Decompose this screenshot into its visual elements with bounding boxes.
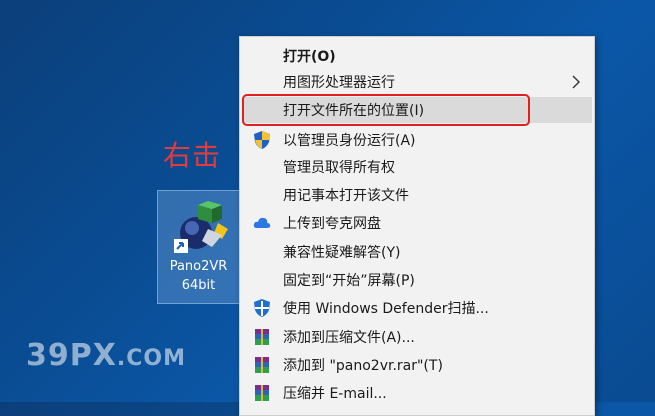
defender-shield-icon: [254, 299, 270, 317]
desktop-icon-label-line2: 64bit: [181, 278, 216, 293]
menu-item-add-to-pano2vr-rar[interactable]: 添加到 "pano2vr.rar"(T): [242, 352, 592, 378]
winrar-icon: [255, 329, 269, 345]
watermark-suffix: .COM: [116, 346, 186, 371]
menu-item-pin-to-start[interactable]: 固定到“开始”屏幕(P): [242, 267, 592, 293]
desktop-icon-label-line1: Pano2VR: [169, 259, 228, 274]
highlight-annotation-box: [242, 94, 530, 126]
winrar-icon: [255, 357, 269, 373]
menu-item-run-as-admin[interactable]: 以管理员身份运行(A): [242, 127, 592, 153]
pano2vr-app-icon: [174, 201, 228, 253]
menu-item-compress-email[interactable]: 压缩并 E-mail...: [242, 380, 592, 406]
menu-item-compatibility[interactable]: 兼容性疑难解答(Y): [242, 239, 592, 265]
menu-item-open-with-notepad[interactable]: 用记事本打开该文件: [242, 182, 592, 208]
menu-item-label: 压缩并 E-mail...: [283, 386, 387, 402]
cloud-icon: [253, 217, 271, 228]
menu-item-label: 以管理员身份运行(A): [283, 133, 416, 149]
menu-item-label: 上传到夸克网盘: [283, 216, 381, 232]
menu-item-defender-scan[interactable]: 使用 Windows Defender扫描...: [242, 295, 592, 321]
menu-item-label: 管理员取得所有权: [283, 160, 395, 176]
menu-item-label: 添加到 "pano2vr.rar"(T): [283, 358, 443, 374]
menu-item-label: 使用 Windows Defender扫描...: [283, 301, 489, 317]
menu-item-take-ownership[interactable]: 管理员取得所有权: [242, 154, 592, 180]
menu-item-upload-quark[interactable]: 上传到夸克网盘: [242, 210, 592, 236]
watermark-main: 39PX: [26, 338, 117, 373]
menu-item-label: 兼容性疑难解答(Y): [283, 245, 401, 261]
menu-item-label: 用记事本打开该文件: [283, 188, 409, 204]
menu-item-label: 用图形处理器运行: [283, 75, 395, 91]
menu-item-open[interactable]: 打开(O): [242, 43, 592, 69]
desktop-icon-pano2vr[interactable]: Pano2VR 64bit: [157, 190, 240, 304]
menu-item-label: 添加到压缩文件(A)...: [283, 330, 415, 346]
menu-item-label: 打开(O): [283, 49, 336, 65]
uac-shield-icon: [254, 131, 270, 149]
chevron-right-icon: [572, 75, 580, 89]
winrar-icon: [255, 385, 269, 401]
menu-item-label: 固定到“开始”屏幕(P): [283, 273, 415, 289]
desktop[interactable]: 右击 Pano2VR 64bit 39PX.COM 打开(O) 用图形处理器运行: [0, 0, 655, 416]
watermark: 39PX.COM: [26, 338, 186, 373]
context-menu: 打开(O) 用图形处理器运行 打开文件所在的位置(I) 以管理员身份运行(A) …: [239, 36, 595, 416]
menu-item-run-with-gpu[interactable]: 用图形处理器运行: [242, 69, 592, 95]
menu-item-add-to-archive[interactable]: 添加到压缩文件(A)...: [242, 324, 592, 350]
right-click-annotation: 右击: [163, 139, 222, 172]
